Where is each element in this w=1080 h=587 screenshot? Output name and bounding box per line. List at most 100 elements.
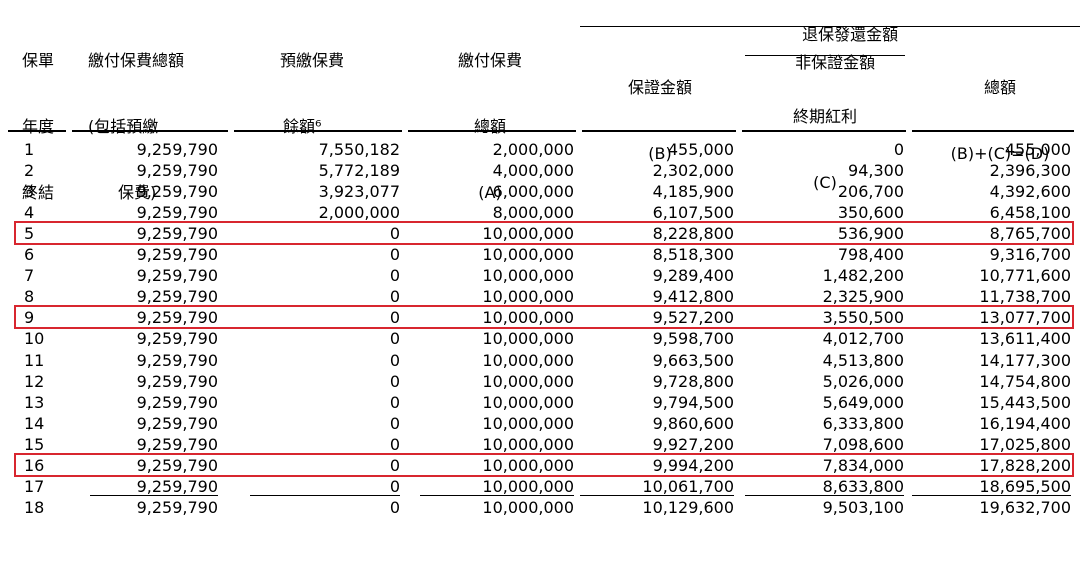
cell-guaranteed: 6,107,500 xyxy=(652,203,734,223)
cell-premium-paid: 6,000,000 xyxy=(492,182,574,202)
cell-prepaid-balance: 0 xyxy=(389,476,400,496)
cell-policy-year: 14 xyxy=(24,413,45,433)
cell-policy-year: 3 xyxy=(24,182,35,202)
row-underline xyxy=(250,494,400,496)
column-rule xyxy=(8,130,66,132)
cell-terminal-bonus: 6,333,800 xyxy=(822,413,904,433)
cell-guaranteed: 4,185,900 xyxy=(652,182,734,202)
cell-premium-paid: 10,000,000 xyxy=(482,266,574,286)
highlight-box xyxy=(14,221,1074,246)
cell-total-premium: 9,259,790 xyxy=(136,287,218,307)
cell-premium-paid: 10,000,000 xyxy=(482,413,574,433)
cell-policy-year: 11 xyxy=(24,350,45,370)
subheader-divider xyxy=(745,55,905,56)
cell-premium-paid: 10,000,000 xyxy=(482,392,574,412)
column-rule xyxy=(582,130,736,132)
cell-guaranteed: 9,927,200 xyxy=(652,434,734,454)
row-underline xyxy=(580,494,734,496)
cell-total-premium: 9,259,790 xyxy=(136,434,218,454)
cell-terminal-bonus: 1,482,200 xyxy=(822,266,904,286)
cell-total: 6,458,100 xyxy=(989,203,1071,223)
cell-terminal-bonus: 0 xyxy=(893,140,904,159)
cell-prepaid-balance: 2,000,000 xyxy=(318,203,400,223)
table-row: 12 9,259,790 0 10,000,000 9,728,800 5,026,000… xyxy=(0,371,1080,392)
cell-total-premium: 9,259,790 xyxy=(136,413,218,433)
cell-total: 17,025,800 xyxy=(979,434,1071,454)
cell-policy-year: 6 xyxy=(24,245,35,265)
cell-prepaid-balance: 0 xyxy=(389,350,400,370)
cell-terminal-bonus: 206,700 xyxy=(837,182,904,202)
cell-policy-year: 15 xyxy=(24,434,45,454)
cell-total: 15,443,500 xyxy=(979,392,1071,412)
table-row: 3 9,259,790 3,923,077 6,000,000 4,185,900 206… xyxy=(0,181,1080,202)
cell-guaranteed: 10,061,700 xyxy=(642,476,734,496)
cell-total: 4,392,600 xyxy=(989,182,1071,202)
cell-total-premium: 9,259,790 xyxy=(136,476,218,496)
cell-terminal-bonus: 798,400 xyxy=(837,245,904,265)
cell-total: 11,738,700 xyxy=(979,287,1071,307)
cell-terminal-bonus: 350,600 xyxy=(837,203,904,223)
cell-guaranteed: 455,000 xyxy=(667,140,734,159)
cell-total-premium: 9,259,790 xyxy=(136,266,218,286)
cell-policy-year: 10 xyxy=(24,329,45,349)
cell-guaranteed: 10,129,600 xyxy=(642,497,734,517)
highlight-box xyxy=(14,452,1074,477)
row-underline xyxy=(420,494,574,496)
cell-premium-paid: 10,000,000 xyxy=(482,371,574,391)
cell-guaranteed: 9,794,500 xyxy=(652,392,734,412)
cell-terminal-bonus: 2,325,900 xyxy=(822,287,904,307)
cell-total-premium: 9,259,790 xyxy=(136,140,218,159)
table-row: 10 9,259,790 0 10,000,000 9,598,700 4,012,700… xyxy=(0,328,1080,349)
cell-total-premium: 9,259,790 xyxy=(136,245,218,265)
cell-prepaid-balance: 0 xyxy=(389,245,400,265)
cell-terminal-bonus: 5,649,000 xyxy=(822,392,904,412)
table-row: 8 9,259,790 0 10,000,000 9,412,800 2,325,900 1… xyxy=(0,286,1080,307)
cell-guaranteed: 2,302,000 xyxy=(652,161,734,181)
cell-prepaid-balance: 0 xyxy=(389,434,400,454)
row-underline xyxy=(90,494,218,496)
cell-total-premium: 9,259,790 xyxy=(136,350,218,370)
cell-guaranteed: 9,663,500 xyxy=(652,350,734,370)
cell-total-premium: 9,259,790 xyxy=(136,371,218,391)
group-divider xyxy=(580,26,1080,27)
cell-terminal-bonus: 4,012,700 xyxy=(822,329,904,349)
cell-premium-paid: 10,000,000 xyxy=(482,476,574,496)
highlight-box xyxy=(14,305,1074,330)
cell-total-premium: 9,259,790 xyxy=(136,203,218,223)
cell-prepaid-balance: 0 xyxy=(389,266,400,286)
cell-premium-paid: 8,000,000 xyxy=(492,203,574,223)
cell-guaranteed: 9,289,400 xyxy=(652,266,734,286)
cell-policy-year: 17 xyxy=(24,476,45,496)
table-row: 18 9,259,790 0 10,000,000 10,129,600 9,503,10… xyxy=(0,497,1080,518)
column-rule xyxy=(72,130,228,132)
cell-terminal-bonus: 9,503,100 xyxy=(822,497,904,517)
cell-policy-year: 4 xyxy=(24,203,35,223)
cell-total-premium: 9,259,790 xyxy=(136,392,218,412)
cell-premium-paid: 4,000,000 xyxy=(492,161,574,181)
cell-total: 13,611,400 xyxy=(979,329,1071,349)
cell-total: 14,177,300 xyxy=(979,350,1071,370)
cell-policy-year: 2 xyxy=(24,161,35,181)
cell-prepaid-balance: 7,550,182 xyxy=(318,140,400,159)
cell-prepaid-balance: 0 xyxy=(389,392,400,412)
cell-prepaid-balance: 0 xyxy=(389,287,400,307)
table-row: 4 9,259,790 2,000,000 8,000,000 6,107,500 350… xyxy=(0,202,1080,223)
cell-terminal-bonus: 7,098,600 xyxy=(822,434,904,454)
table-row: 17 9,259,790 0 10,000,000 10,061,700 8,633,80… xyxy=(0,476,1080,497)
cell-total-premium: 9,259,790 xyxy=(136,329,218,349)
cell-total: 10,771,600 xyxy=(979,266,1071,286)
cell-premium-paid: 10,000,000 xyxy=(482,434,574,454)
cell-terminal-bonus: 94,300 xyxy=(848,161,904,181)
cell-total: 18,695,500 xyxy=(979,476,1071,496)
table-row: 7 9,259,790 0 10,000,000 9,289,400 1,482,200 1… xyxy=(0,265,1080,286)
cell-prepaid-balance: 5,772,189 xyxy=(318,161,400,181)
table-row: 6 9,259,790 0 10,000,000 8,518,300 798,400 9,3… xyxy=(0,244,1080,265)
cell-total: 9,316,700 xyxy=(989,245,1071,265)
cell-guaranteed: 9,728,800 xyxy=(652,371,734,391)
cell-policy-year: 1 xyxy=(24,140,35,159)
cell-guaranteed: 9,412,800 xyxy=(652,287,734,307)
table-row: 14 9,259,790 0 10,000,000 9,860,600 6,333,800… xyxy=(0,413,1080,434)
table-row: 15 9,259,790 0 10,000,000 9,927,200 7,098,600… xyxy=(0,434,1080,455)
cell-total-premium: 9,259,790 xyxy=(136,182,218,202)
cell-prepaid-balance: 3,923,077 xyxy=(318,182,400,202)
